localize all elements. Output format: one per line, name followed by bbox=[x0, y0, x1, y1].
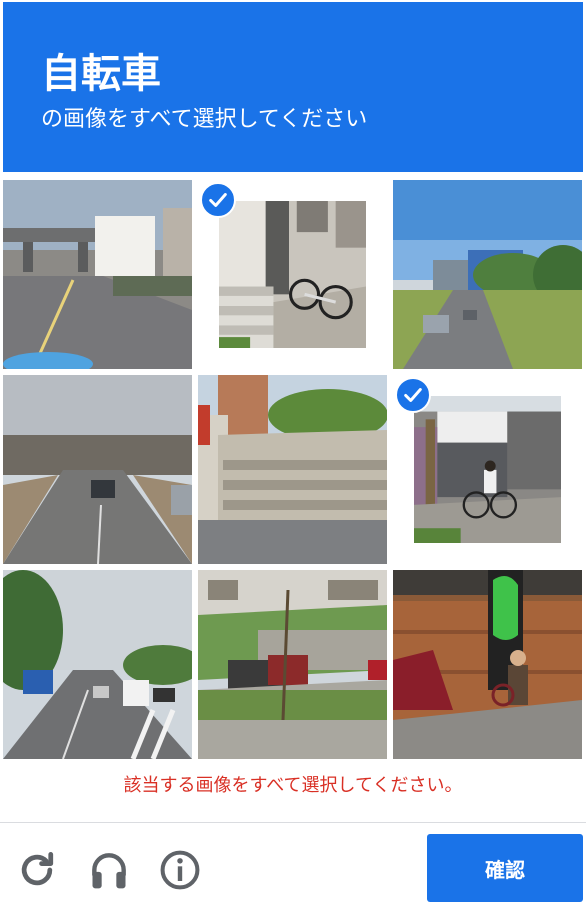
image-tile-6[interactable] bbox=[393, 375, 582, 564]
challenge-target-word: 自転車 bbox=[41, 51, 161, 97]
challenge-header: 自転車 の画像をすべて選択してください bbox=[3, 2, 583, 172]
checkmark-icon bbox=[200, 182, 236, 218]
image-tile-8[interactable] bbox=[198, 570, 387, 759]
tile-photo bbox=[3, 375, 192, 564]
verify-button[interactable]: 確認 bbox=[427, 834, 583, 902]
image-tile-2[interactable] bbox=[198, 180, 387, 369]
tile-photo bbox=[393, 180, 582, 369]
checkmark-icon bbox=[395, 377, 431, 413]
challenge-instruction: の画像をすべて選択してください bbox=[41, 107, 368, 132]
headphones-icon[interactable] bbox=[87, 848, 131, 892]
tile-photo bbox=[414, 396, 561, 543]
tile-photo bbox=[219, 201, 366, 348]
tile-photo bbox=[393, 570, 582, 759]
image-grid bbox=[3, 180, 583, 760]
image-tile-5[interactable] bbox=[198, 375, 387, 564]
image-tile-4[interactable] bbox=[3, 375, 192, 564]
reload-icon[interactable] bbox=[15, 848, 59, 892]
image-tile-1[interactable] bbox=[3, 180, 192, 369]
footer-divider bbox=[0, 822, 586, 823]
tile-photo bbox=[3, 180, 192, 369]
image-tile-9[interactable] bbox=[393, 570, 582, 759]
image-tile-7[interactable] bbox=[3, 570, 192, 759]
info-icon[interactable] bbox=[158, 848, 202, 892]
image-tile-3[interactable] bbox=[393, 180, 582, 369]
tile-photo bbox=[198, 570, 387, 759]
tile-photo bbox=[3, 570, 192, 759]
error-message: 該当する画像をすべて選択してください。 bbox=[123, 775, 463, 796]
tile-photo bbox=[198, 375, 387, 564]
